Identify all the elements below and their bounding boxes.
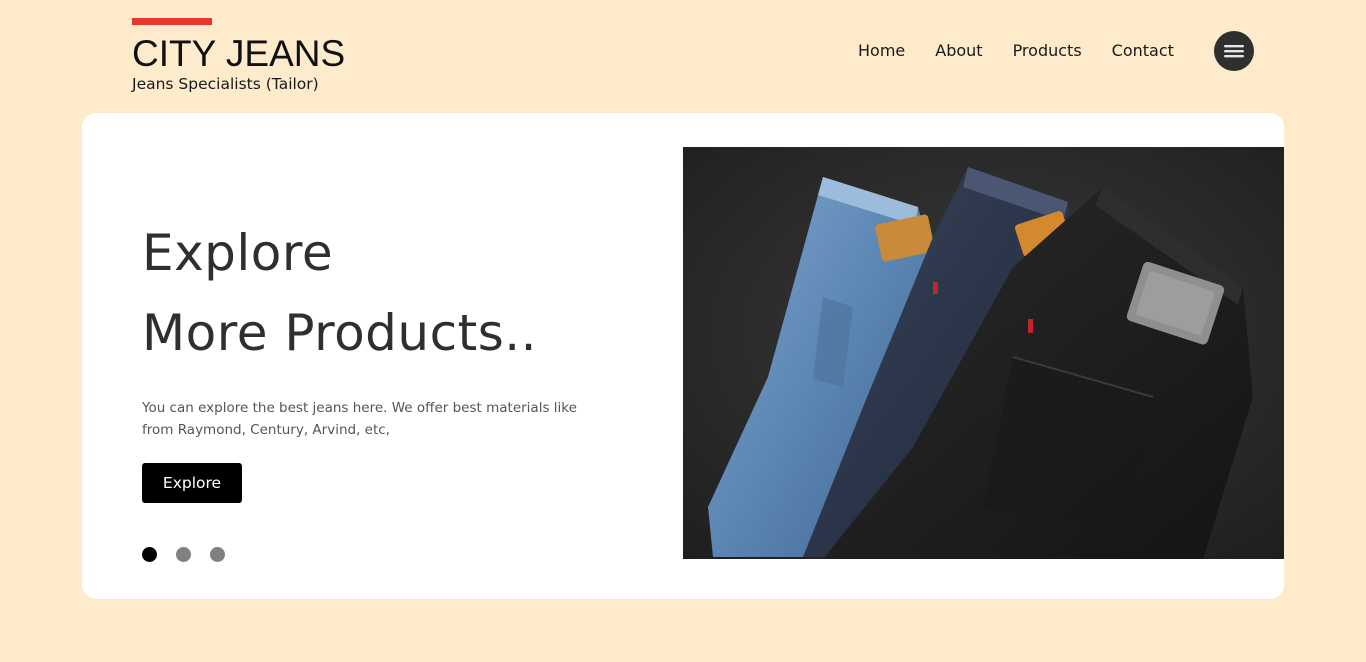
hero-card: Explore More Products.. You can explore … — [82, 113, 1284, 599]
brand-logo[interactable]: CITY JEANS Jeans Specialists (Tailor) — [132, 18, 345, 93]
brand-accent-bar — [132, 18, 212, 25]
menu-button[interactable] — [1214, 31, 1254, 71]
nav-link-contact[interactable]: Contact — [1112, 41, 1174, 60]
slider-dot-3[interactable] — [210, 547, 225, 562]
nav-link-home[interactable]: Home — [858, 41, 905, 60]
hero-headline: Explore More Products.. — [142, 213, 622, 373]
hero-jeans-image — [683, 147, 1284, 559]
nav-link-about[interactable]: About — [935, 41, 982, 60]
headline-line-1: Explore — [142, 224, 334, 282]
slider-dot-2[interactable] — [176, 547, 191, 562]
hero-description: You can explore the best jeans here. We … — [142, 399, 577, 438]
slider-dot-1[interactable] — [142, 547, 157, 562]
main-nav: Home About Products Contact — [858, 41, 1174, 60]
jeans-illustration — [683, 147, 1284, 559]
brand-title: CITY JEANS — [132, 33, 346, 74]
slider-dots — [142, 547, 225, 562]
brand-subtitle: Jeans Specialists (Tailor) — [132, 75, 319, 93]
explore-button[interactable]: Explore — [142, 463, 242, 503]
headline-line-2: More Products.. — [142, 304, 538, 362]
hamburger-icon — [1224, 45, 1244, 58]
nav-link-products[interactable]: Products — [1013, 41, 1082, 60]
